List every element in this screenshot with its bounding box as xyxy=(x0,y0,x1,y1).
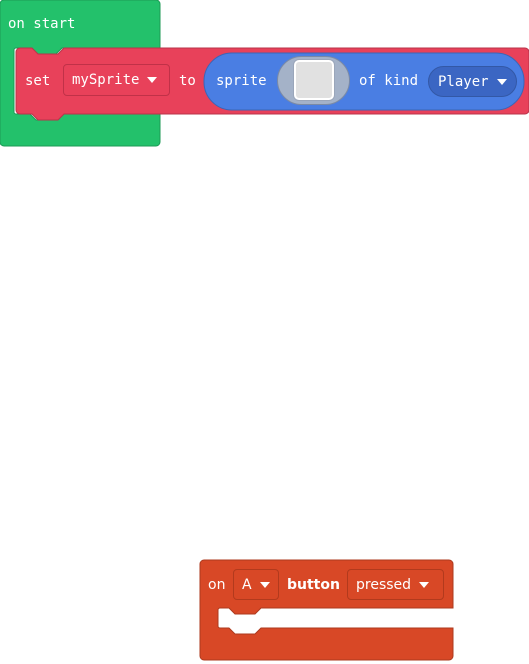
caret-down-icon xyxy=(419,581,430,588)
button-keyword: button xyxy=(287,577,340,593)
sprite-keyword: sprite xyxy=(216,73,267,89)
kind-dropdown[interactable]: Player xyxy=(428,66,517,97)
button-dropdown[interactable]: A xyxy=(233,569,279,600)
variable-name: mySprite xyxy=(72,72,140,88)
to-keyword: to xyxy=(179,73,196,89)
caret-down-icon xyxy=(496,78,507,85)
block-shapes xyxy=(0,0,529,661)
event-name: pressed xyxy=(356,576,412,593)
of-kind-keyword: of kind xyxy=(359,73,419,89)
event-dropdown[interactable]: pressed xyxy=(347,569,444,600)
empty-image-icon xyxy=(294,60,334,100)
variable-dropdown[interactable]: mySprite xyxy=(63,64,170,96)
kind-name: Player xyxy=(438,73,489,90)
set-keyword: set xyxy=(25,73,51,89)
caret-down-icon xyxy=(259,581,270,588)
on-keyword: on xyxy=(208,577,226,593)
on-start-label: on start xyxy=(8,16,76,32)
button-name: A xyxy=(242,576,252,593)
caret-down-icon xyxy=(147,77,158,83)
image-field[interactable] xyxy=(277,56,350,105)
